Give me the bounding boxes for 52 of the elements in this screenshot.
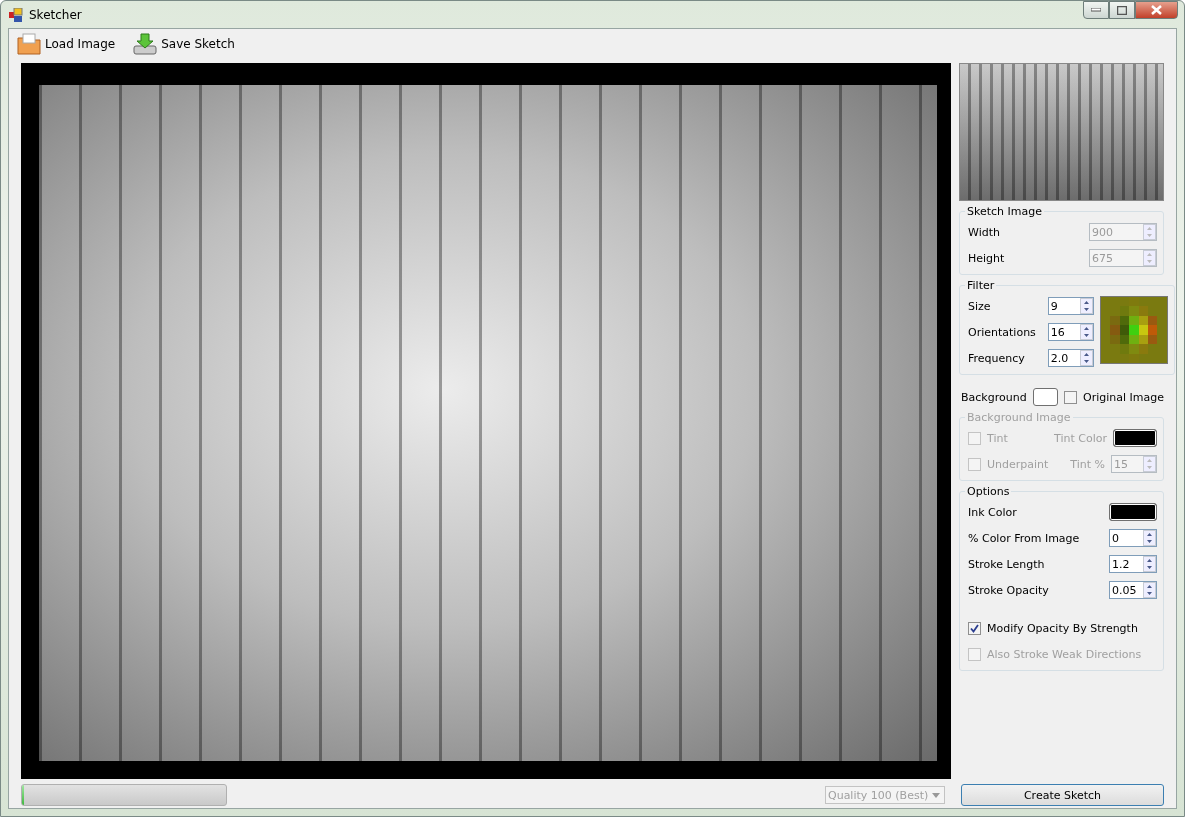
maximize-button[interactable]: [1109, 1, 1135, 19]
number-field[interactable]: 2.0: [1047, 349, 1094, 367]
field-label: Stroke Opacity: [968, 583, 1049, 597]
number-field[interactable]: 1.2: [1109, 555, 1157, 573]
spin-arrows-icon[interactable]: [1079, 324, 1093, 340]
checkbox-label: Original Image: [1083, 390, 1164, 404]
number-field[interactable]: 0: [1109, 529, 1157, 547]
checkbox[interactable]: [1064, 390, 1077, 404]
minimize-button[interactable]: [1083, 1, 1109, 19]
color-swatch[interactable]: [1109, 503, 1157, 521]
number-field[interactable]: 9: [1047, 297, 1094, 315]
checkbox-label: Also Stroke Weak Directions: [987, 647, 1142, 661]
number-field[interactable]: 16: [1047, 323, 1094, 341]
field-label: Height: [968, 251, 1005, 265]
close-icon: [1151, 5, 1162, 15]
field-label: Ink Color: [968, 505, 1017, 519]
checkbox[interactable]: [968, 621, 981, 635]
window-title: Sketcher: [29, 7, 82, 22]
spin-arrows-icon[interactable]: [1143, 556, 1156, 572]
toolbar-button[interactable]: Load Image: [15, 31, 118, 57]
field-label: Stroke Length: [968, 557, 1045, 571]
field-label: Orientations: [968, 325, 1036, 339]
field-label: % Color From Image: [968, 531, 1080, 545]
maximize-icon: [1117, 5, 1127, 15]
caret-icon: [932, 792, 940, 798]
field-label: Tint Color: [1054, 431, 1107, 445]
field-label: Frequency: [968, 351, 1025, 365]
group-title: Background Image: [966, 411, 1072, 424]
field-label: Width: [968, 225, 1000, 239]
app-icon: [9, 7, 23, 22]
checkbox-label: Tint: [987, 431, 1008, 445]
download-drive-icon: [133, 33, 158, 55]
field-label: Background: [961, 390, 1027, 404]
minimize-icon: [1091, 8, 1101, 12]
spin-arrows-icon[interactable]: [1079, 298, 1093, 314]
create-sketch-button[interactable]: Create Sketch: [961, 784, 1164, 806]
group-title: Options: [966, 485, 1011, 498]
folder-icon: [17, 33, 41, 55]
number-field[interactable]: 0.05: [1109, 581, 1157, 599]
toolbar-button[interactable]: Save Sketch: [131, 31, 237, 57]
field-label: Tint %: [1070, 457, 1105, 471]
checkbox-label: Underpaint: [987, 457, 1049, 471]
close-button[interactable]: [1135, 1, 1178, 19]
group-title: Filter: [966, 279, 996, 292]
spin-arrows-icon[interactable]: [1079, 350, 1093, 366]
spin-arrows-icon[interactable]: [1143, 582, 1156, 598]
color-swatch[interactable]: [1032, 388, 1058, 406]
filter-kernel-drawing: [1099, 296, 1168, 364]
group-title: Sketch Image: [966, 205, 1043, 218]
checkbox-label: Modify Opacity By Strength: [987, 621, 1138, 635]
spin-arrows-icon[interactable]: [1143, 530, 1156, 546]
field-label: Size: [968, 299, 991, 313]
